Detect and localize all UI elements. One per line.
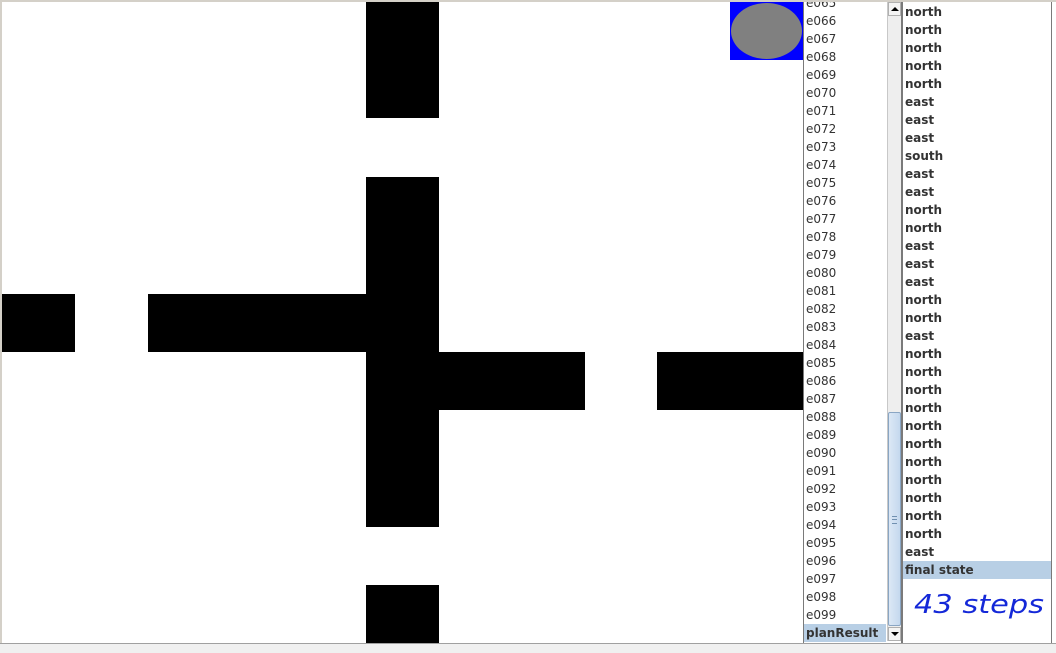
action-item[interactable]: north	[903, 525, 1051, 543]
episode-item[interactable]: e068	[804, 48, 886, 66]
episode-item[interactable]: e073	[804, 138, 886, 156]
episode-item[interactable]: e097	[804, 570, 886, 588]
action-item[interactable]: north	[903, 363, 1051, 381]
annotation-text: 43 steps	[914, 590, 1044, 620]
action-item[interactable]: north	[903, 21, 1051, 39]
agent-marker	[731, 3, 802, 59]
episode-item[interactable]: e099	[804, 606, 886, 624]
episode-item[interactable]: e096	[804, 552, 886, 570]
wall-block	[366, 177, 439, 527]
action-item[interactable]: east	[903, 237, 1051, 255]
action-item[interactable]: east	[903, 183, 1051, 201]
action-item-selected[interactable]: final state	[903, 561, 1051, 579]
episode-list-panel[interactable]: e065 e066 e067 e068 e069 e070 e071 e072 e073 e074…	[803, 2, 902, 643]
episode-item[interactable]: e091	[804, 462, 886, 480]
episode-list-scrollbar[interactable]	[887, 2, 901, 641]
episode-item[interactable]: e086	[804, 372, 886, 390]
action-item[interactable]: north	[903, 75, 1051, 93]
wall-block	[657, 352, 803, 410]
action-item[interactable]: north	[903, 219, 1051, 237]
action-item[interactable]: south	[903, 147, 1051, 165]
episode-item[interactable]: e081	[804, 282, 886, 300]
action-item[interactable]: north	[903, 39, 1051, 57]
episode-item[interactable]: e095	[804, 534, 886, 552]
episode-item[interactable]: e066	[804, 12, 886, 30]
action-item[interactable]: north	[903, 57, 1051, 75]
chevron-up-icon	[890, 7, 899, 11]
episode-item[interactable]: e089	[804, 426, 886, 444]
episode-item[interactable]: e076	[804, 192, 886, 210]
action-item[interactable]: north	[903, 345, 1051, 363]
action-item[interactable]: north	[903, 201, 1051, 219]
episode-item[interactable]: e067	[804, 30, 886, 48]
scroll-up-button[interactable]	[888, 2, 901, 16]
episode-item[interactable]: e094	[804, 516, 886, 534]
wall-block	[438, 352, 585, 410]
episode-item[interactable]: e071	[804, 102, 886, 120]
status-bar	[0, 643, 1056, 653]
action-item[interactable]: east	[903, 273, 1051, 291]
scroll-down-button[interactable]	[888, 627, 901, 641]
action-item[interactable]: north	[903, 309, 1051, 327]
episode-item[interactable]: e082	[804, 300, 886, 318]
action-list[interactable]: north north north north north east east east sou…	[903, 3, 1051, 579]
action-list-panel[interactable]: north north north north north east east east sou…	[902, 2, 1052, 643]
chevron-down-icon	[890, 632, 899, 636]
grip-icon	[892, 516, 897, 524]
action-item[interactable]: north	[903, 471, 1051, 489]
episode-item-selected[interactable]: planResult	[804, 624, 886, 642]
episode-item[interactable]: e080	[804, 264, 886, 282]
app-window: e065 e066 e067 e068 e069 e070 e071 e072 e073 e074…	[0, 0, 1056, 653]
action-item[interactable]: east	[903, 129, 1051, 147]
action-item[interactable]: north	[903, 489, 1051, 507]
wall-block	[366, 2, 439, 118]
episode-item[interactable]: e069	[804, 66, 886, 84]
wall-block	[366, 585, 439, 643]
action-item[interactable]: east	[903, 111, 1051, 129]
action-item[interactable]: east	[903, 327, 1051, 345]
action-item[interactable]: north	[903, 399, 1051, 417]
episode-item[interactable]: e084	[804, 336, 886, 354]
episode-item[interactable]: e065	[804, 2, 886, 12]
grid-world-canvas[interactable]	[2, 2, 803, 643]
wall-block	[2, 294, 75, 352]
episode-item[interactable]: e074	[804, 156, 886, 174]
scroll-thumb[interactable]	[888, 412, 901, 626]
action-item[interactable]: north	[903, 435, 1051, 453]
episode-item[interactable]: e072	[804, 120, 886, 138]
wall-block	[148, 294, 368, 352]
action-item[interactable]: east	[903, 93, 1051, 111]
action-item[interactable]: north	[903, 417, 1051, 435]
episode-item[interactable]: e077	[804, 210, 886, 228]
handwritten-annotation: 43 steps	[914, 590, 1044, 620]
episode-item[interactable]: e070	[804, 84, 886, 102]
episode-item[interactable]: e083	[804, 318, 886, 336]
episode-item[interactable]: e085	[804, 354, 886, 372]
episode-item[interactable]: e079	[804, 246, 886, 264]
action-item[interactable]: east	[903, 255, 1051, 273]
action-item[interactable]: north	[903, 453, 1051, 471]
action-item[interactable]: north	[903, 381, 1051, 399]
action-item[interactable]: north	[903, 3, 1051, 21]
agent-cell	[730, 2, 803, 60]
action-item[interactable]: north	[903, 291, 1051, 309]
action-item[interactable]: east	[903, 165, 1051, 183]
episode-item[interactable]: e092	[804, 480, 886, 498]
episode-item[interactable]: e090	[804, 444, 886, 462]
action-item[interactable]: east	[903, 543, 1051, 561]
episode-list[interactable]: e065 e066 e067 e068 e069 e070 e071 e072 e073 e074…	[804, 2, 886, 642]
episode-item[interactable]: e088	[804, 408, 886, 426]
episode-item[interactable]: e075	[804, 174, 886, 192]
episode-item[interactable]: e087	[804, 390, 886, 408]
episode-item[interactable]: e078	[804, 228, 886, 246]
action-item[interactable]: north	[903, 507, 1051, 525]
episode-item[interactable]: e098	[804, 588, 886, 606]
episode-item[interactable]: e093	[804, 498, 886, 516]
